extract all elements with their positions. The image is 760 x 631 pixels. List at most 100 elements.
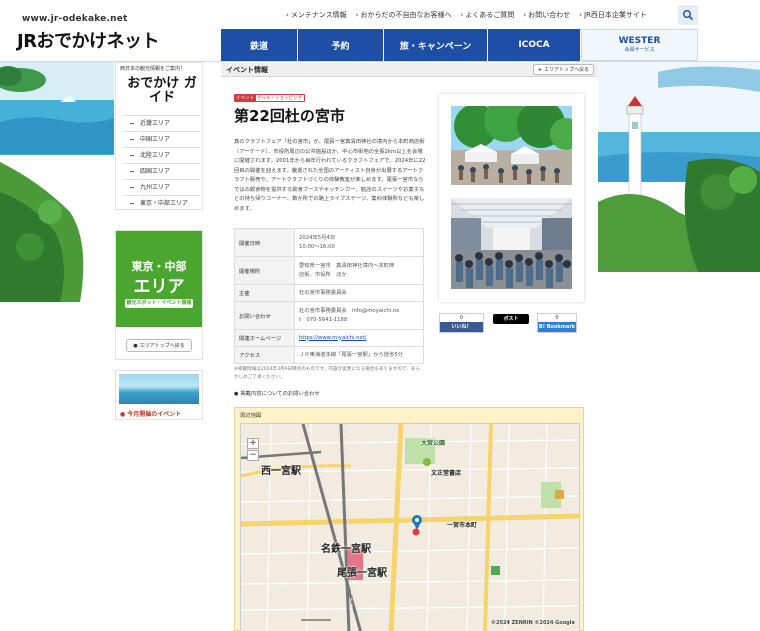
like-count: 0: [459, 315, 464, 321]
x-post-button[interactable]: ポスト: [493, 314, 529, 324]
area-banner[interactable]: 東京・中部 エリア 観光スポット・イベント情報: [116, 231, 202, 327]
nav-tab-travel[interactable]: 旅・キャンペーン: [384, 29, 488, 61]
wester-sub: 会員サービス: [624, 47, 655, 53]
map-label-bookstore: 文正堂書店: [431, 470, 462, 477]
event-photo-arcade: [451, 198, 572, 289]
hatena-count: 0: [555, 315, 559, 321]
table-row: アクセス ＪＲ東海道本線「尾張一宮駅」から徒歩5分: [234, 346, 424, 364]
info-line: 愛知県一宮市 真清田神社境内～本町商: [299, 262, 395, 269]
area-banner-line2: エリア: [133, 277, 185, 297]
utility-link-accessibility[interactable]: おからだの不自由なお客様へ: [356, 10, 452, 20]
area-banner-sub: 観光スポット・イベント情報: [125, 299, 193, 308]
wester-label: WESTER: [618, 36, 661, 46]
area-top-button[interactable]: エリアトップへ戻る: [126, 339, 192, 352]
event-banner-label: 今月開催のイベント: [120, 409, 181, 418]
site-url: www.jr-odekake.net: [22, 14, 128, 24]
social-share-bar: 0 いいね！ ポスト 0 B! Bookmark: [439, 313, 584, 333]
info-value: 2024年5月4日 10:00～16:00: [294, 228, 424, 257]
utility-link-contact[interactable]: お問い合わせ: [523, 10, 570, 20]
section-title: イベント情報: [226, 66, 268, 74]
monthly-event-banner[interactable]: 今月開催のイベント: [115, 370, 203, 420]
map-label-owari-ichinomiya: 尾張一宮駅: [337, 568, 387, 579]
info-key: お問い合わせ: [234, 301, 295, 330]
nav-tab-railway[interactable]: 鉄道: [221, 29, 298, 61]
area-map-box: 周辺地図 + − 西一宮駅 名鉄一宮駅 尾張一宮駅 大宮公園 文正堂書店 一宮市…: [234, 407, 584, 631]
right-decoration-illustration: [598, 62, 760, 272]
table-row: 開催日時 2024年5月4日 10:00～16:00: [234, 228, 424, 257]
back-to-area-button[interactable]: エリアトップへ戻る: [532, 64, 594, 75]
table-row: 開催場所 愛知県一宮市 真清田神社境内～本町商 店街、市役所 ほか: [234, 256, 424, 285]
disclaimer-note: ※掲載情報は2024年3月9日時点のものです。内容が変更になる場合もありますので…: [234, 367, 421, 380]
hatena-label: B! Bookmark: [538, 322, 576, 332]
info-line: 杜の宮市事務委員会: [299, 289, 347, 296]
guide-title[interactable]: おでかけ ガイド: [124, 77, 200, 105]
site-logo[interactable]: JRおでかけネット: [17, 27, 160, 53]
event-photo-shrine: [451, 106, 572, 185]
region-link-kinki[interactable]: 近畿エリア: [124, 115, 200, 131]
info-key: 関連ホームページ: [234, 329, 295, 347]
nav-tab-icoca[interactable]: ICOCA: [488, 29, 581, 61]
utility-link-faq[interactable]: よくあるご質問: [461, 10, 514, 20]
hatena-bookmark-button[interactable]: 0 B! Bookmark: [537, 313, 577, 333]
info-key: 開催日時: [234, 228, 295, 257]
category-badge-event: イベント: [234, 94, 256, 102]
global-nav: 鉄道 予約 旅・キャンペーン ICOCA WESTER 会員サービス: [221, 29, 698, 61]
region-link-shikoku[interactable]: 四国エリア: [124, 163, 200, 179]
nav-tab-reservation[interactable]: 予約: [298, 29, 384, 61]
area-map[interactable]: + − 西一宮駅 名鉄一宮駅 尾張一宮駅 大宮公園 文正堂書店 一宮市本町 ©2…: [240, 423, 580, 631]
info-value: 杜の宮市事務委員会: [294, 284, 424, 302]
search-button[interactable]: [678, 5, 698, 25]
map-zoom-out-button[interactable]: −: [247, 450, 259, 461]
region-link-kyushu[interactable]: 九州エリア: [124, 179, 200, 195]
info-key: 開催場所: [234, 256, 295, 285]
map-canvas: [241, 424, 579, 631]
info-key: アクセス: [234, 346, 295, 364]
info-value: https://www.miyaichi.net/: [294, 329, 424, 347]
event-photo-panel: [439, 94, 584, 302]
left-decoration-illustration: [0, 62, 114, 302]
like-label: いいね！: [440, 322, 483, 332]
info-line: t 070-5641-1188: [299, 316, 348, 323]
homepage-link[interactable]: https://www.miyaichi.net/: [299, 335, 367, 341]
table-row: 関連ホームページ https://www.miyaichi.net/: [234, 329, 424, 347]
info-line: 店街、市役所 ほか: [299, 271, 347, 278]
info-value: 杜の宮市事務委員会 info@moyaichi.ne t 070-5641-118…: [294, 301, 424, 330]
area-box: 東京・中部 エリア 観光スポット・イベント情報 エリアトップへ戻る: [115, 230, 203, 360]
map-zoom-in-button[interactable]: +: [247, 438, 259, 449]
utility-link-maintenance[interactable]: メンテナンス情報: [286, 10, 347, 20]
region-list: 近畿エリア 中国エリア 北陸エリア 四国エリア 九州エリア 東京・中部エリア: [124, 115, 200, 211]
odekake-guide-box: 西日本の観光情報をご案内！ おでかけ ガイド 近畿エリア 中国エリア 北陸エリア…: [115, 62, 203, 210]
guide-tagline: 西日本の観光情報をご案内！: [120, 66, 186, 72]
region-link-hokuriku[interactable]: 北陸エリア: [124, 147, 200, 163]
page-title: 第22回杜の宮市: [234, 107, 345, 125]
info-line: 10:00～16:00: [299, 243, 335, 250]
map-label-park: 大宮公園: [421, 440, 446, 447]
nav-tab-wester[interactable]: WESTER 会員サービス: [581, 29, 698, 61]
table-row: お問い合わせ 杜の宮市事務委員会 info@moyaichi.ne t 070-5…: [234, 301, 424, 330]
info-key: 主催: [234, 284, 295, 302]
info-value: ＪＲ東海道本線「尾張一宮駅」から徒歩5分: [294, 346, 424, 364]
region-link-tokyo-chubu[interactable]: 東京・中部エリア: [124, 195, 200, 211]
utility-link-corporate[interactable]: JR西日本企業サイト: [579, 10, 647, 20]
map-label-meitetsu-ichinomiya: 名鉄一宮駅: [321, 544, 371, 555]
facebook-like-button[interactable]: 0 いいね！: [439, 313, 484, 333]
map-label-nishi-ichinomiya: 西一宮駅: [261, 466, 301, 477]
info-value: 愛知県一宮市 真清田神社境内～本町商 店街、市役所 ほか: [294, 256, 424, 285]
region-link-chugoku[interactable]: 中国エリア: [124, 131, 200, 147]
category-badge-gourmet: グルメ・ショッピング: [254, 94, 305, 102]
info-line: 杜の宮市事務委員会 info@moyaichi.ne: [299, 307, 400, 314]
inquiry-link[interactable]: 掲載内容についてのお問い合わせ: [234, 389, 319, 397]
event-info-table: 開催日時 2024年5月4日 10:00～16:00 開催場所 愛知県一宮市 真清…: [234, 228, 424, 364]
page: www.jr-odekake.net JRおでかけネット メンテナンス情報 おか…: [0, 0, 760, 631]
info-line: 2024年5月4日: [299, 234, 336, 241]
table-row: 主催 杜の宮市事務委員会: [234, 284, 424, 302]
section-header-bar: イベント情報 エリアトップへ戻る: [221, 63, 598, 77]
map-title: 周辺地図: [240, 413, 262, 419]
utility-nav: メンテナンス情報 おからだの不自由なお客様へ よくあるご質問 お問い合わせ JR…: [286, 10, 656, 20]
site-header: www.jr-odekake.net JRおでかけネット メンテナンス情報 おか…: [0, 0, 760, 62]
map-copyright: ©2024 ZENRIN ©2024 Google: [491, 620, 575, 626]
search-icon: [683, 10, 694, 21]
map-label-honmachi: 一宮市本町: [447, 522, 478, 529]
event-banner-photo: [119, 374, 199, 404]
info-line: ＪＲ東海道本線「尾張一宮駅」から徒歩5分: [299, 351, 404, 358]
